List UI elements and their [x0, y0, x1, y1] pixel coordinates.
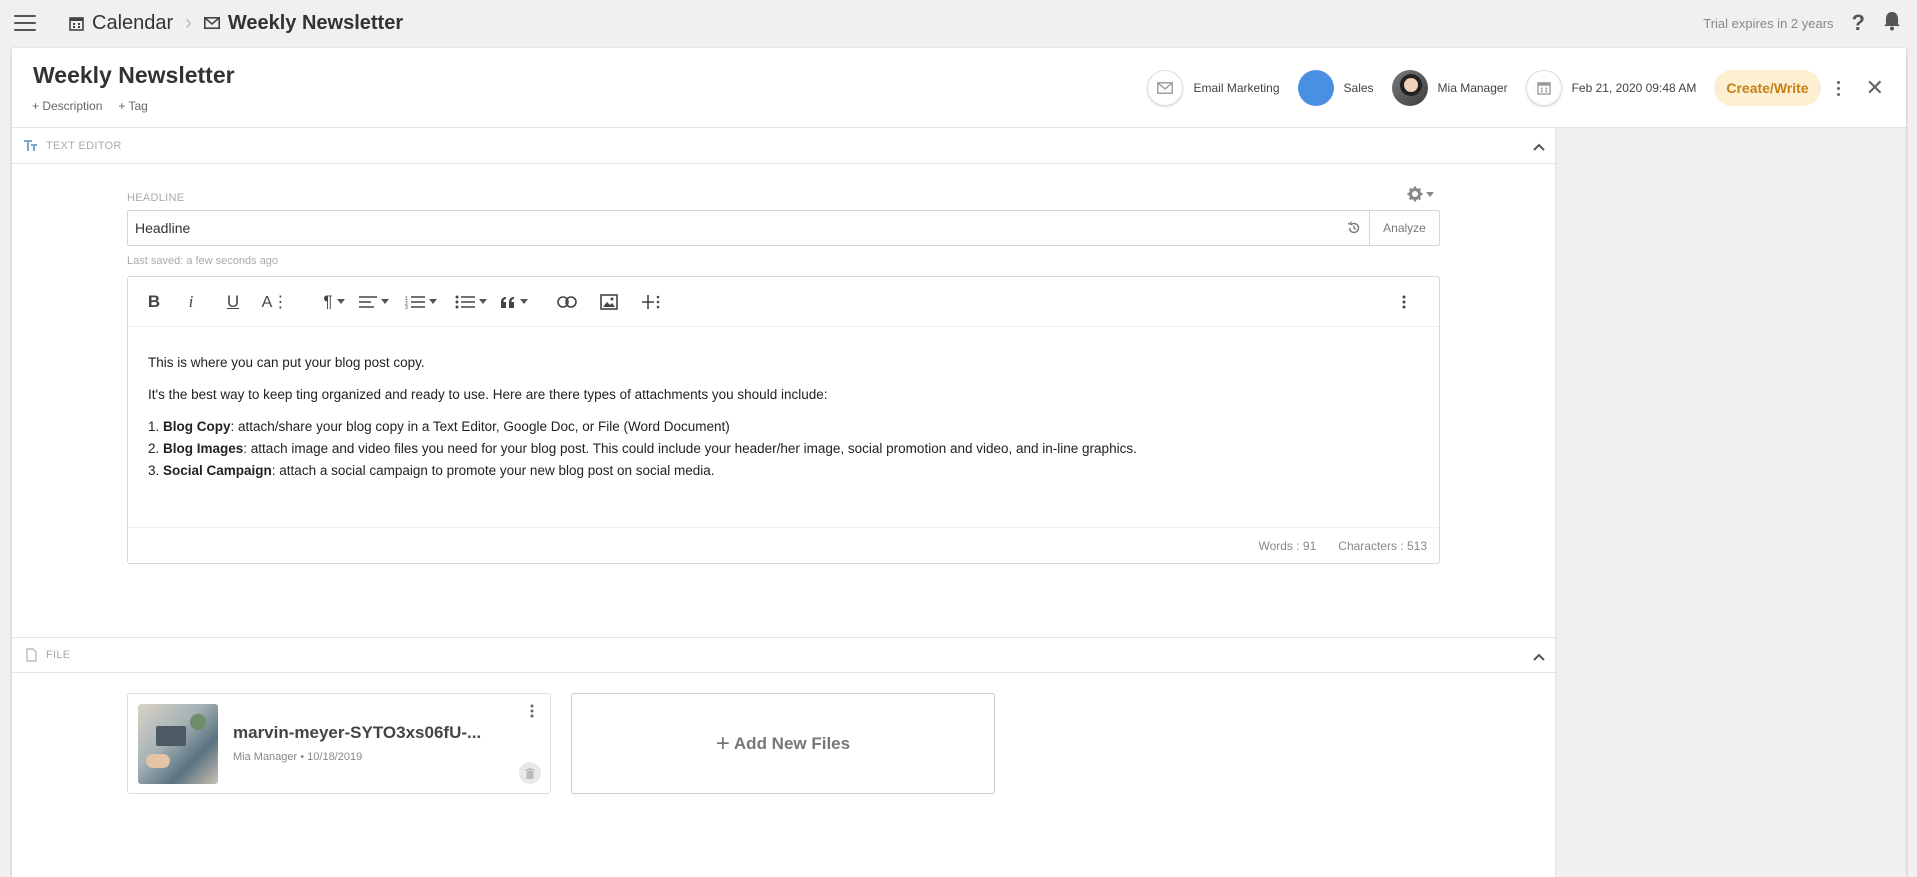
breadcrumb-calendar[interactable]: Calendar — [92, 12, 173, 35]
owner-chip[interactable]: Mia Manager — [1391, 70, 1508, 106]
toolbar-more-icon[interactable] — [1399, 287, 1409, 317]
create-write-button[interactable]: Create/Write — [1714, 70, 1821, 106]
headline-label: HEADLINE — [127, 192, 185, 204]
file-section-header[interactable]: FILE — [12, 637, 1555, 673]
italic-button[interactable]: i — [170, 287, 212, 317]
chevron-up-icon[interactable] — [1533, 648, 1545, 666]
date-label: Feb 21, 2020 09:48 AM — [1571, 81, 1697, 95]
editor-counts: Words : 91 Characters : 513 — [128, 527, 1439, 563]
rich-text-editor: B i U A⋮ ¶ 123 This is where you can put… — [127, 276, 1440, 564]
list-item-text: : attach/share your blog copy in a Text … — [230, 419, 730, 434]
hamburger-menu-icon[interactable] — [14, 15, 36, 31]
breadcrumb: Calendar › Weekly Newsletter — [68, 12, 403, 35]
list-item: 1. Blog Copy: attach/share your blog cop… — [148, 416, 1419, 438]
list-item-title: Blog Images — [163, 441, 244, 456]
avatar — [1391, 70, 1428, 106]
word-count: Words : 91 — [1258, 538, 1317, 553]
gear-icon[interactable] — [1407, 186, 1434, 202]
list-number: 3. — [148, 463, 164, 478]
owner-label: Mia Manager — [1437, 81, 1508, 95]
file-more-icon[interactable] — [530, 704, 534, 723]
content-column: TEXT EDITOR HEADLINE Analyze Last saved:… — [12, 128, 1556, 877]
team-chip[interactable]: Sales — [1297, 70, 1374, 106]
page-title: Weekly Newsletter — [33, 62, 235, 88]
font-size-button[interactable]: A⋮ — [254, 287, 296, 317]
add-new-files-button[interactable]: + Add New Files — [571, 693, 995, 794]
file-section-label: FILE — [46, 649, 71, 661]
editor-paragraph: It's the best way to keep ting organized… — [148, 387, 828, 402]
svg-text:3: 3 — [405, 305, 408, 309]
list-number: 1. — [148, 419, 164, 434]
editor-paragraph: This is where you can put your blog post… — [148, 355, 425, 370]
insert-more-icon[interactable] — [630, 287, 672, 317]
date-chip[interactable]: Feb 21, 2020 09:48 AM — [1525, 70, 1697, 106]
text-editor-section-label: TEXT EDITOR — [46, 139, 122, 152]
editor-toolbar: B i U A⋮ ¶ 123 — [128, 277, 1439, 327]
header-actions: Email Marketing Sales Mia Manager Feb 21… — [1147, 68, 1906, 108]
breadcrumb-current: Weekly Newsletter — [227, 11, 404, 34]
paragraph-format-button[interactable]: ¶ — [316, 287, 352, 317]
list-item-text: : attach a social campaign to promote yo… — [271, 463, 715, 478]
list-item-text: : attach image and video files you need … — [243, 441, 1137, 456]
ordered-list-button[interactable]: 123 — [396, 287, 446, 317]
headline-input[interactable] — [128, 220, 1339, 236]
right-sidebar-area — [1556, 128, 1906, 877]
more-options-icon[interactable] — [1836, 80, 1840, 96]
list-item-title: Blog Copy — [163, 419, 231, 434]
panel-header: Weekly Newsletter + Description + Tag Em… — [12, 48, 1906, 128]
help-icon[interactable]: ? — [1852, 10, 1865, 36]
bell-icon[interactable] — [1883, 11, 1901, 36]
link-icon[interactable] — [546, 287, 588, 317]
top-right-group: Trial expires in 2 years ? — [1703, 10, 1901, 36]
character-count: Characters : 513 — [1338, 538, 1427, 553]
meta-links: + Description + Tag — [32, 99, 148, 113]
close-icon[interactable]: ✕ — [1866, 77, 1884, 99]
team-label: Sales — [1343, 81, 1374, 95]
list-item: 2. Blog Images: attach image and video f… — [148, 438, 1419, 460]
channel-label: Email Marketing — [1193, 81, 1280, 95]
envelope-icon — [203, 15, 220, 31]
text-format-icon — [24, 139, 38, 153]
text-editor: HEADLINE Analyze Last saved: a few secon… — [12, 164, 1555, 637]
quote-button[interactable] — [496, 287, 532, 317]
calendar-icon — [1525, 70, 1562, 106]
list-item: 3. Social Campaign: attach a social camp… — [148, 460, 1419, 482]
file-card[interactable]: marvin-meyer-SYTO3xs06fU-... Mia Manager… — [127, 693, 551, 794]
envelope-icon — [1147, 70, 1184, 106]
list-number: 2. — [148, 441, 164, 456]
trial-notice: Trial expires in 2 years — [1703, 15, 1834, 31]
file-name[interactable]: marvin-meyer-SYTO3xs06fU-... — [233, 723, 523, 743]
top-bar: Calendar › Weekly Newsletter Trial expir… — [0, 0, 1917, 46]
underline-button[interactable]: U — [212, 287, 254, 317]
document-icon — [24, 648, 38, 662]
channel-chip[interactable]: Email Marketing — [1147, 70, 1280, 106]
list-item-title: Social Campaign — [163, 463, 272, 478]
editor-body[interactable]: This is where you can put your blog post… — [128, 327, 1439, 482]
image-icon[interactable] — [588, 287, 630, 317]
team-color-dot — [1297, 70, 1334, 106]
analyze-button[interactable]: Analyze — [1369, 211, 1439, 245]
history-icon[interactable] — [1339, 221, 1369, 235]
chevron-up-icon[interactable] — [1533, 138, 1545, 156]
add-description-link[interactable]: + Description — [32, 99, 102, 113]
bold-button[interactable]: B — [138, 287, 170, 317]
last-saved-note: Last saved: a few seconds ago — [127, 255, 279, 267]
item-panel: Weekly Newsletter + Description + Tag Em… — [12, 48, 1906, 877]
headline-field: Analyze — [127, 210, 1440, 246]
add-tag-link[interactable]: + Tag — [118, 99, 147, 113]
plus-icon: + — [715, 729, 730, 757]
add-new-files-label: Add New Files — [733, 733, 851, 753]
calendar-icon — [68, 15, 84, 31]
trash-icon[interactable] — [519, 762, 541, 784]
text-editor-section-header[interactable]: TEXT EDITOR — [12, 128, 1555, 164]
unordered-list-button[interactable] — [446, 287, 496, 317]
attachment-list: 1. Blog Copy: attach/share your blog cop… — [148, 416, 1419, 482]
file-meta: Mia Manager • 10/18/2019 — [233, 751, 363, 763]
file-area: marvin-meyer-SYTO3xs06fU-... Mia Manager… — [12, 673, 1555, 873]
file-thumbnail — [138, 704, 218, 784]
align-button[interactable] — [352, 287, 396, 317]
breadcrumb-separator-icon: › — [185, 11, 192, 34]
